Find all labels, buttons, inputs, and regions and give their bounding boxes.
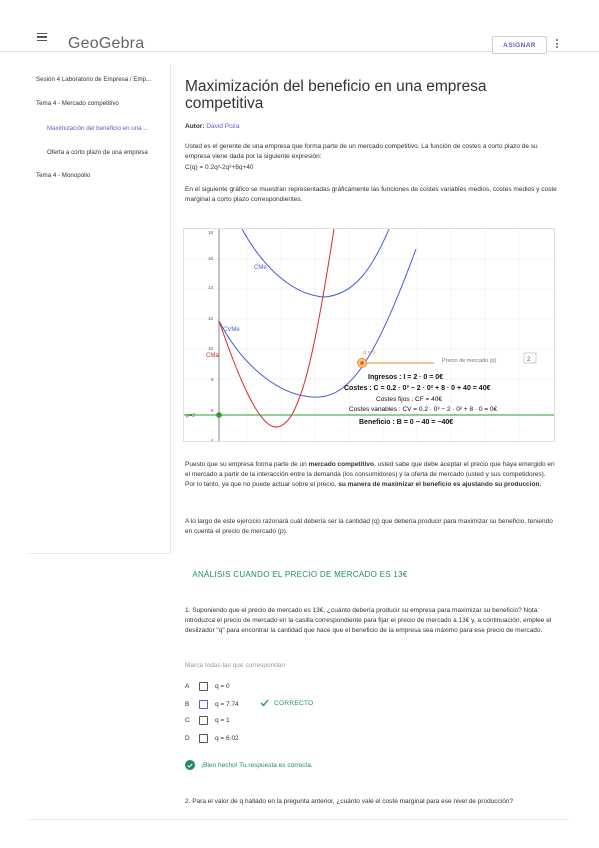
q-slider-dot xyxy=(360,361,364,365)
sidebar-item-session[interactable]: Sesión 4 Laboratorio de Empresa / Emp... xyxy=(36,76,164,83)
para2-text-a: Puesto que su empresa forma parte de un xyxy=(185,461,309,468)
sidebar-item-oferta[interactable]: Oferta a corto plazo de una empresa xyxy=(47,149,148,156)
option-checkbox[interactable] xyxy=(199,734,208,743)
para2-bold-b: su manera de maximizar el beneficio es a… xyxy=(338,481,542,488)
option-checkbox[interactable] xyxy=(199,716,208,725)
option-text: q = 6.02 xyxy=(215,735,239,742)
question-1-text: 1. Suponiendo que el precio de mercado e… xyxy=(185,607,552,634)
option-d[interactable]: D q = 6.02 xyxy=(185,734,239,743)
sidebar: Sesión 4 Laboratorio de Empresa / Emp...… xyxy=(29,64,171,554)
option-text: q = 7.74 xyxy=(215,701,239,708)
intro-paragraph: Usted es el gerente de una empresa que f… xyxy=(185,143,538,160)
cme-label: CMe xyxy=(254,265,267,271)
page-title: Maximización del beneficio en una empres… xyxy=(185,78,487,112)
option-c[interactable]: C q = 1 xyxy=(185,716,230,725)
geogebra-logo[interactable]: GeoGebra xyxy=(68,35,144,53)
cma-label: CMa xyxy=(206,353,219,359)
feedback-text: ¡Bien hecho! Tu respuesta es correcta. xyxy=(201,761,313,769)
price-point[interactable] xyxy=(216,412,222,418)
graph-intro-paragraph: En el siguiente gráfico se muestran repr… xyxy=(185,186,557,203)
mark-all-hint: Marca todas las que correspondan xyxy=(185,662,286,669)
correct-label: CORRECTO xyxy=(274,699,314,707)
option-b[interactable]: B q = 7.74 xyxy=(185,700,239,709)
divider xyxy=(29,819,569,820)
option-letter: A xyxy=(185,683,190,690)
q-label: q = 0 xyxy=(363,350,375,356)
menu-icon[interactable] xyxy=(37,33,47,41)
author-name-link[interactable]: David Poza xyxy=(206,123,239,130)
option-letter: C xyxy=(185,717,190,724)
sidebar-item-monopolio[interactable]: Tema 4 - Monopolio xyxy=(36,172,90,179)
competitive-market-paragraph: Puesto que su empresa forma parte de un … xyxy=(185,460,557,490)
para2-bold-a: mercado competitivo xyxy=(308,461,374,468)
author-label: Autor: xyxy=(185,123,205,130)
sidebar-item-mercado-competitivo[interactable]: Tema 4 - Mercado competitivo xyxy=(36,100,119,107)
assign-button[interactable]: ASIGNAR xyxy=(492,36,547,54)
y-tick-label: 12 xyxy=(208,316,214,321)
section-heading: ANÁLISIS CUANDO EL PRECIO DE MERCADO ES … xyxy=(192,570,408,579)
author-line: Autor: David Poza xyxy=(185,123,240,130)
y-tick-label: 10 xyxy=(208,346,214,351)
more-options-icon[interactable] xyxy=(556,39,559,51)
exercise-intro-paragraph: A lo largo de este ejercicio razonará cu… xyxy=(185,518,553,535)
sidebar-item-maximizacion[interactable]: Maximización del beneficio en una ... xyxy=(47,125,163,132)
option-checkbox[interactable] xyxy=(199,700,208,709)
check-icon xyxy=(260,699,269,707)
check-circle-icon xyxy=(185,760,195,770)
y-tick-label: 18 xyxy=(208,230,214,235)
option-checkbox[interactable] xyxy=(199,682,208,691)
option-a[interactable]: A q = 0 xyxy=(185,682,230,691)
beneficio-text: Beneficio : B = 0 − 40 = −40€ xyxy=(359,419,453,426)
feedback-message: ¡Bien hecho! Tu respuesta es correcta. xyxy=(185,760,313,770)
option-text: q = 0 xyxy=(215,683,230,690)
y-tick-label: 8 xyxy=(211,377,214,382)
cvme-label: CVMe xyxy=(223,327,240,333)
p-label: p=2 xyxy=(186,413,195,419)
costes-text: Costes : C = 0.2 · 0³ − 2 · 0² + 8 · 0 +… xyxy=(344,385,491,392)
cost-formula: C(q) = 0.2q³-2q²+8q+40 xyxy=(185,164,254,171)
option-text: q = 1 xyxy=(215,717,230,724)
option-letter: B xyxy=(185,701,190,708)
y-tick-labels: 18 16 14 12 10 8 6 4 xyxy=(208,230,214,442)
price-label: Precio de mercado (p) xyxy=(442,358,497,364)
applet-graph[interactable]: 18 16 14 12 10 8 6 4 2 CMe CVMe CMa q = … xyxy=(184,229,555,442)
geogebra-applet[interactable]: 18 16 14 12 10 8 6 4 2 CMe CVMe CMa q = … xyxy=(183,228,555,442)
option-letter: D xyxy=(185,735,190,742)
y-tick-label: 4 xyxy=(211,438,214,442)
question-2-text: 2. Para el valor de q hallado en la preg… xyxy=(185,798,514,805)
y-tick-label: 16 xyxy=(208,256,214,261)
ingresos-text: Ingresos : I = 2 · 0 = 0€ xyxy=(368,374,443,381)
cme-curve xyxy=(241,229,390,298)
top-bar: GeoGebra ASIGNAR xyxy=(0,0,599,54)
y-tick-label: 14 xyxy=(208,285,214,290)
costes-variables-text: Costes variables : CV = 0.2 · 0³ − 2 · 0… xyxy=(349,406,498,413)
costes-fijos-text: Costes fijos : CF = 40€ xyxy=(376,396,442,403)
correct-badge: CORRECTO xyxy=(260,699,313,707)
